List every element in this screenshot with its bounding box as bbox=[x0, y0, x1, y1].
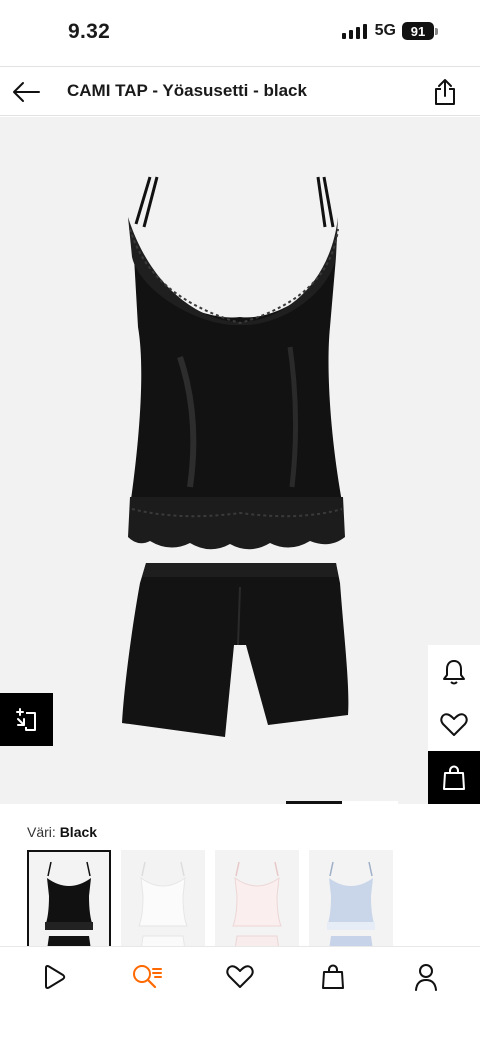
search-icon bbox=[133, 965, 163, 989]
bag-icon bbox=[443, 764, 465, 790]
color-swatches bbox=[27, 850, 393, 950]
status-bar: 9.32 5G 91 bbox=[0, 0, 480, 66]
color-value: Black bbox=[59, 824, 98, 840]
heart-icon bbox=[226, 965, 254, 988]
share-button[interactable] bbox=[426, 73, 464, 111]
color-label-prefix: Väri: bbox=[27, 824, 56, 840]
swatch-black[interactable] bbox=[27, 850, 111, 950]
notify-button[interactable] bbox=[428, 645, 480, 698]
swatch-light-blue-image bbox=[327, 861, 375, 950]
product-gallery[interactable] bbox=[0, 117, 480, 804]
compare-button[interactable] bbox=[0, 693, 53, 746]
nav-account[interactable] bbox=[394, 947, 458, 1007]
status-time: 9.32 bbox=[68, 20, 111, 43]
user-icon bbox=[414, 964, 437, 991]
bag-icon bbox=[321, 964, 344, 989]
swatch-black-image bbox=[45, 861, 93, 950]
heart-icon bbox=[440, 712, 468, 736]
product-image bbox=[122, 176, 349, 737]
bell-icon bbox=[443, 659, 465, 684]
battery-level: 91 bbox=[402, 22, 434, 40]
quick-actions bbox=[428, 645, 480, 804]
arrow-left-icon bbox=[13, 82, 40, 102]
swatch-white-image bbox=[138, 861, 188, 950]
nav-wishlist[interactable] bbox=[208, 947, 272, 1007]
status-indicators: 5G 91 bbox=[341, 22, 438, 40]
nav-discover[interactable] bbox=[22, 947, 86, 1007]
product-header: CAMI TAP - Yöasusetti - black bbox=[0, 66, 480, 116]
bottom-navigation bbox=[0, 946, 480, 1040]
back-button[interactable] bbox=[6, 72, 46, 112]
page-title: CAMI TAP - Yöasusetti - black bbox=[67, 81, 307, 100]
swatch-light-blue[interactable] bbox=[309, 850, 393, 950]
swatch-white[interactable] bbox=[121, 850, 205, 950]
gallery-pager-active bbox=[286, 801, 342, 804]
add-to-bag-button[interactable] bbox=[428, 751, 480, 804]
play-icon bbox=[45, 965, 66, 989]
signal-icon bbox=[341, 23, 367, 39]
nav-bag[interactable] bbox=[301, 947, 365, 1007]
share-icon bbox=[435, 79, 455, 105]
nav-search[interactable] bbox=[115, 947, 179, 1007]
gallery-pager-inactive bbox=[342, 801, 398, 804]
battery-icon: 91 bbox=[402, 22, 438, 40]
compare-icon bbox=[15, 707, 36, 731]
network-label: 5G bbox=[374, 22, 396, 39]
color-label: Väri: Black bbox=[27, 824, 97, 840]
swatch-pink[interactable] bbox=[215, 850, 299, 950]
wishlist-button[interactable] bbox=[428, 698, 480, 751]
swatch-pink-image bbox=[232, 861, 282, 950]
